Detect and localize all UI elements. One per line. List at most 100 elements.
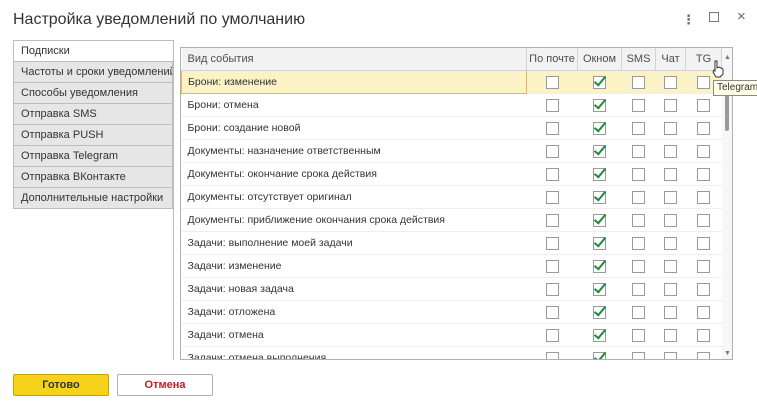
event-name-cell[interactable]: Задачи: новая задача [181, 277, 527, 301]
checkbox-unchecked[interactable] [632, 190, 645, 204]
checkbox-unchecked[interactable] [545, 351, 559, 359]
checkbox-checked[interactable] [593, 121, 606, 135]
checkbox-unchecked[interactable] [632, 236, 645, 250]
checkbox-unchecked[interactable] [697, 75, 710, 89]
column-header[interactable]: Вид события [181, 48, 527, 71]
event-name-cell[interactable]: Документы: назначение ответственным [181, 139, 527, 163]
column-header[interactable]: SMS [621, 48, 656, 71]
checkbox-unchecked[interactable] [545, 305, 559, 319]
checkbox-unchecked[interactable] [545, 282, 559, 296]
checkbox-unchecked[interactable] [664, 98, 677, 112]
scroll-up-icon[interactable]: ▲ [724, 54, 731, 61]
checkbox-checked[interactable] [593, 328, 606, 342]
table-row[interactable]: Задачи: отмена выполнения [181, 346, 722, 359]
checkbox-unchecked[interactable] [697, 213, 710, 227]
checkbox-unchecked[interactable] [545, 144, 559, 158]
checkbox-unchecked[interactable] [545, 75, 559, 89]
checkbox-unchecked[interactable] [664, 75, 677, 89]
checkbox-unchecked[interactable] [545, 98, 559, 112]
event-name-cell[interactable]: Задачи: изменение [181, 254, 527, 278]
checkbox-unchecked[interactable] [664, 328, 677, 342]
checkbox-checked[interactable] [593, 98, 606, 112]
event-name-cell[interactable]: Документы: отсутствует оригинал [181, 185, 527, 209]
table-row[interactable]: Брони: создание новой [181, 116, 722, 140]
event-name-cell[interactable]: Задачи: отложена [181, 300, 527, 324]
checkbox-unchecked[interactable] [632, 98, 645, 112]
checkbox-unchecked[interactable] [664, 167, 677, 181]
checkbox-unchecked[interactable] [664, 282, 677, 296]
table-row[interactable]: Задачи: изменение [181, 254, 722, 278]
table-row[interactable]: Задачи: выполнение моей задачи [181, 231, 722, 255]
tab-item[interactable]: Подписки [13, 40, 173, 62]
checkbox-unchecked[interactable] [545, 121, 559, 135]
checkbox-unchecked[interactable] [697, 190, 710, 204]
checkbox-unchecked[interactable] [632, 282, 645, 296]
table-row[interactable]: Документы: приближение окончания срока д… [181, 208, 722, 232]
checkbox-checked[interactable] [593, 75, 606, 89]
checkbox-checked[interactable] [593, 259, 606, 273]
checkbox-unchecked[interactable] [697, 236, 710, 250]
event-name-cell[interactable]: Брони: изменение [181, 70, 527, 94]
checkbox-unchecked[interactable] [632, 213, 645, 227]
checkbox-unchecked[interactable] [545, 236, 559, 250]
checkbox-unchecked[interactable] [632, 121, 645, 135]
scroll-down-icon[interactable]: ▼ [724, 350, 731, 357]
tab-item[interactable]: Частоты и сроки уведомлений [13, 62, 173, 83]
maximize-icon[interactable] [709, 12, 719, 22]
table-row[interactable]: Задачи: отмена [181, 323, 722, 347]
checkbox-checked[interactable] [593, 236, 606, 250]
checkbox-unchecked[interactable] [632, 75, 645, 89]
event-name-cell[interactable]: Брони: создание новой [181, 116, 527, 140]
checkbox-unchecked[interactable] [697, 305, 710, 319]
event-name-cell[interactable]: Задачи: выполнение моей задачи [181, 231, 527, 255]
checkbox-checked[interactable] [593, 213, 606, 227]
checkbox-unchecked[interactable] [632, 144, 645, 158]
checkbox-unchecked[interactable] [664, 259, 677, 273]
checkbox-checked[interactable] [593, 305, 606, 319]
table-row[interactable]: Документы: отсутствует оригинал [181, 185, 722, 209]
checkbox-checked[interactable] [593, 144, 606, 158]
checkbox-checked[interactable] [593, 190, 606, 204]
checkbox-unchecked[interactable] [632, 328, 645, 342]
checkbox-unchecked[interactable] [545, 213, 559, 227]
event-name-cell[interactable]: Задачи: отмена [181, 323, 527, 347]
checkbox-unchecked[interactable] [697, 121, 710, 135]
checkbox-unchecked[interactable] [664, 236, 677, 250]
checkbox-unchecked[interactable] [664, 144, 677, 158]
tab-item[interactable]: Отправка ВКонтакте [13, 167, 173, 188]
event-name-cell[interactable]: Документы: окончание срока действия [181, 162, 527, 186]
checkbox-checked[interactable] [593, 167, 606, 181]
checkbox-unchecked[interactable] [697, 98, 710, 112]
event-name-cell[interactable]: Брони: отмена [181, 93, 527, 117]
checkbox-unchecked[interactable] [664, 351, 677, 359]
table-row[interactable]: Брони: отмена [181, 93, 722, 117]
more-menu-icon[interactable]: ⋮ [682, 12, 695, 28]
checkbox-unchecked[interactable] [632, 351, 645, 359]
checkbox-unchecked[interactable] [697, 328, 710, 342]
checkbox-checked[interactable] [593, 351, 606, 359]
cancel-button[interactable]: Отмена [117, 374, 213, 396]
checkbox-unchecked[interactable] [697, 259, 710, 273]
done-button[interactable]: Готово [13, 374, 109, 396]
scroll-thumb[interactable] [725, 93, 729, 131]
checkbox-unchecked[interactable] [664, 190, 677, 204]
checkbox-unchecked[interactable] [632, 305, 645, 319]
checkbox-unchecked[interactable] [697, 351, 710, 359]
table-row[interactable]: Брони: изменение [181, 70, 722, 94]
checkbox-unchecked[interactable] [632, 167, 645, 181]
table-row[interactable]: Документы: окончание срока действия [181, 162, 722, 186]
checkbox-unchecked[interactable] [545, 328, 559, 342]
checkbox-checked[interactable] [593, 282, 606, 296]
table-row[interactable]: Задачи: отложена [181, 300, 722, 324]
event-name-cell[interactable]: Задачи: отмена выполнения [181, 346, 527, 359]
tab-item[interactable]: Отправка Telegram [13, 146, 173, 167]
event-name-cell[interactable]: Документы: приближение окончания срока д… [181, 208, 527, 232]
checkbox-unchecked[interactable] [545, 190, 559, 204]
table-row[interactable]: Задачи: новая задача [181, 277, 722, 301]
checkbox-unchecked[interactable] [664, 305, 677, 319]
checkbox-unchecked[interactable] [664, 121, 677, 135]
table-row[interactable]: Документы: назначение ответственным [181, 139, 722, 163]
tab-item[interactable]: Дополнительные настройки [13, 188, 173, 209]
tab-item[interactable]: Отправка SMS [13, 104, 173, 125]
column-header[interactable]: Чат [655, 48, 686, 71]
